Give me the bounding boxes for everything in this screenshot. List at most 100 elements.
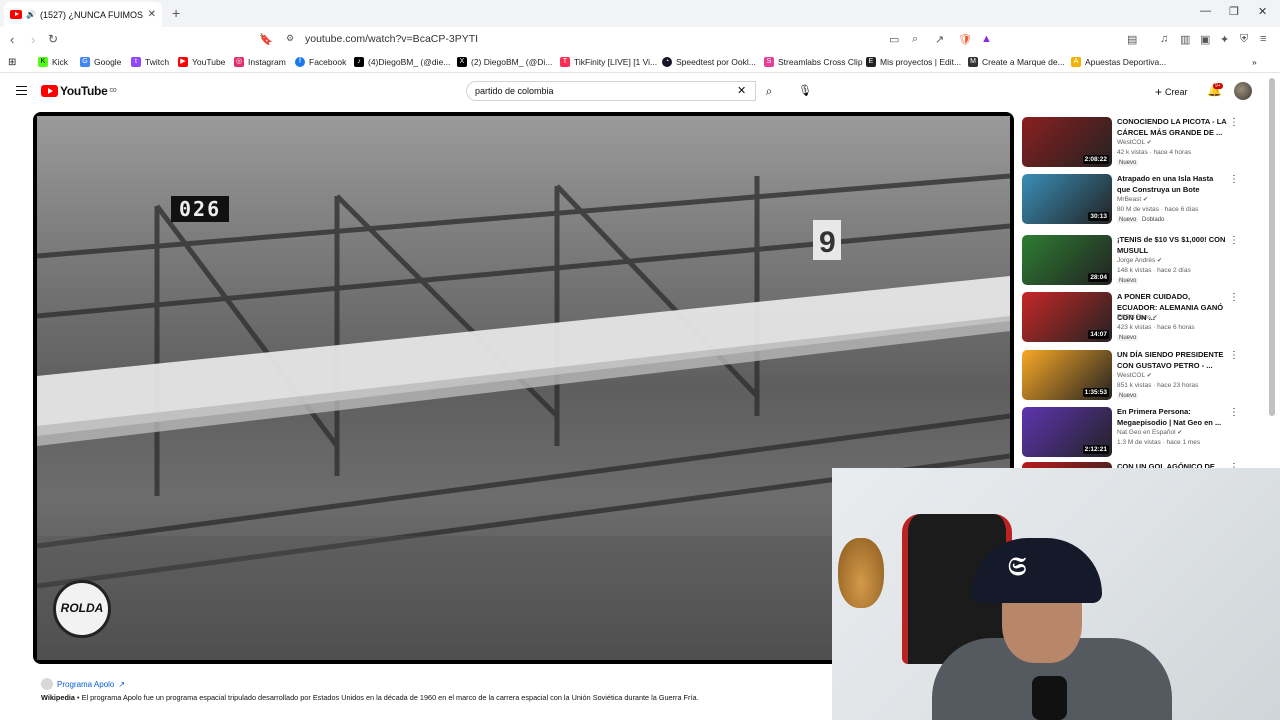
forward-button[interactable]: › — [31, 32, 35, 47]
video-title[interactable]: CONOCIENDO LA PICOTA - LA CÁRCEL MÁS GRA… — [1117, 117, 1227, 138]
minimize-button[interactable]: — — [1200, 5, 1211, 17]
more-options-icon[interactable]: ⋮ — [1229, 117, 1239, 128]
new-tab-button[interactable]: + — [172, 5, 180, 21]
close-window-button[interactable]: ✕ — [1258, 5, 1267, 18]
related-video-item[interactable]: 1:35:53 UN DÍA SIENDO PRESIDENTE CON GUST… — [1022, 350, 1262, 406]
channel-name[interactable]: MrBeast ✔ — [1117, 196, 1148, 203]
kick-icon: K — [38, 57, 48, 67]
channel-name[interactable]: Jorge Andrés ✔ — [1117, 257, 1162, 264]
speaker-icon[interactable]: 🔊 — [26, 10, 36, 19]
video-title[interactable]: Atrapado en una Isla Hasta que Construya… — [1117, 174, 1227, 195]
address-bar[interactable]: youtube.com/watch?v=BcaCP-3PYTI — [305, 33, 478, 45]
streamlabs-icon: S — [764, 57, 774, 67]
bookmark-tiktok[interactable]: ♪ (4)DiegoBM_ (@die... — [354, 57, 450, 67]
tiktok-icon: ♪ — [354, 57, 364, 67]
hamburger-menu-icon[interactable] — [16, 86, 27, 95]
youtube-play-icon — [41, 85, 58, 97]
channel-name[interactable]: WestCOL ✔ — [1117, 139, 1152, 146]
video-thumbnail[interactable]: 2:12:21 — [1022, 407, 1112, 457]
more-options-icon[interactable]: ⋮ — [1229, 174, 1239, 185]
maximize-button[interactable]: ❐ — [1229, 5, 1239, 18]
source-label[interactable]: Wikipedia — [41, 693, 75, 702]
microphone-icon[interactable]: 🎙 — [798, 84, 812, 97]
sidebar-toggle-icon[interactable]: ▤ — [1127, 33, 1137, 46]
related-video-item[interactable]: 2:12:21 En Primera Persona: Megaepisodio … — [1022, 407, 1262, 463]
video-thumbnail[interactable]: 28:04 — [1022, 235, 1112, 285]
zoom-icon[interactable]: ⌕ — [912, 33, 918, 46]
topic-link[interactable]: Programa Apolo ↗ — [41, 678, 125, 690]
more-options-icon[interactable]: ⋮ — [1229, 292, 1239, 303]
brave-shield-icon[interactable]: 🛡 — [958, 33, 972, 46]
video-thumbnail[interactable]: 1:35:53 — [1022, 350, 1112, 400]
bookmark-apuestas[interactable]: A Apuestas Deportiva... — [1071, 57, 1166, 67]
vpn-icon[interactable]: ⛨ — [1240, 33, 1248, 46]
search-input[interactable]: partido de colombia — [466, 81, 756, 101]
video-thumbnail[interactable]: 30:13 — [1022, 174, 1112, 224]
plus-icon: + — [1155, 85, 1163, 99]
wallet-icon[interactable]: ▣ — [1200, 33, 1210, 46]
channel-name[interactable]: WestCOL ✔ — [1117, 372, 1152, 379]
video-meta: 423 k vistas · hace 6 horas — [1117, 324, 1195, 331]
scrollbar[interactable] — [1269, 78, 1275, 416]
share-icon[interactable]: ↗ — [935, 33, 944, 46]
video-title[interactable]: En Primera Persona: Megaepisodio | Nat G… — [1117, 407, 1227, 428]
reload-button[interactable]: ↻ — [48, 32, 58, 46]
bookmark-mis-proyectos[interactable]: E Mis proyectos | Edit... — [866, 57, 961, 67]
related-video-item[interactable]: 30:13 Atrapado en una Isla Hasta que Cons… — [1022, 174, 1262, 230]
create-button[interactable]: + Crear — [1155, 85, 1188, 99]
bookmark-speedtest[interactable]: ◔ Speedtest por Ookl... — [662, 57, 756, 67]
bookmark-google[interactable]: G Google — [80, 57, 121, 67]
channel-name[interactable]: ESPN Fans ✔ — [1117, 314, 1158, 321]
cast-icon[interactable]: ▭ — [889, 33, 899, 46]
site-settings-icon[interactable]: ⚙ — [286, 33, 294, 44]
bookmark-streamlabs[interactable]: S Streamlabs Cross Clip — [764, 57, 863, 67]
bookmark-tikfinity[interactable]: T TikFinity [LIVE] [1 Vi... — [560, 57, 657, 67]
more-options-icon[interactable]: ⋮ — [1229, 350, 1239, 361]
video-title[interactable]: UN DÍA SIENDO PRESIDENTE CON GUSTAVO PET… — [1117, 350, 1227, 371]
bookmark-x[interactable]: X (2) DiegoBM_ (@Di... — [457, 57, 552, 67]
bookmark-instagram[interactable]: ◎ Instagram — [234, 57, 286, 67]
ai-icon[interactable]: ✦ — [1220, 33, 1229, 46]
browser-tab[interactable]: 🔊 (1527) ¿NUNCA FUIMOS A LA ✕ — [4, 2, 162, 27]
video-title[interactable]: ¡TENIS de $10 VS $1,000! CON MUSULL — [1117, 235, 1227, 256]
video-meta: 1.3 M de vistas · hace 1 mes — [1117, 439, 1201, 446]
browser-toolbar: ‹ › ↻ 🔖 ⚙ youtube.com/watch?v=BcaCP-3PYT… — [0, 27, 1280, 53]
menu-icon[interactable]: ≡ — [1260, 33, 1266, 45]
search-button[interactable]: ⌕ — [756, 81, 782, 101]
apps-icon[interactable]: ⊞ — [8, 57, 16, 68]
youtube-logo[interactable]: YouTube CO — [41, 84, 117, 98]
video-meta: 851 k vistas · hace 23 horas — [1117, 382, 1199, 389]
bookmark-label: TikFinity [LIVE] [1 Vi... — [574, 57, 658, 67]
avatar[interactable] — [1234, 82, 1252, 100]
bookmark-twitch[interactable]: t Twitch — [131, 57, 169, 67]
bookmark-youtube[interactable]: ▶ YouTube — [178, 57, 225, 67]
media-icon[interactable]: ♫ — [1160, 33, 1168, 45]
bookmark-icon[interactable]: 🔖 — [259, 33, 273, 46]
related-video-item[interactable]: 2:08:22 CONOCIENDO LA PICOTA - LA CÁRCEL … — [1022, 117, 1262, 173]
clear-search-icon[interactable]: ✕ — [737, 84, 746, 97]
video-thumbnail[interactable]: 14:07 — [1022, 292, 1112, 342]
more-options-icon[interactable]: ⋮ — [1229, 407, 1239, 418]
bookmark-label: Mis proyectos | Edit... — [880, 57, 962, 67]
bookmark-label: Facebook — [309, 57, 347, 67]
video-thumbnail[interactable]: 2:08:22 — [1022, 117, 1112, 167]
duration-badge: 1:35:53 — [1082, 388, 1109, 397]
channel-label: Jorge Andrés — [1117, 257, 1156, 264]
back-button[interactable]: ‹ — [10, 32, 14, 47]
youtube-header: YouTube CO partido de colombia ✕ ⌕ 🎙 + Cr… — [0, 73, 1280, 109]
more-options-icon[interactable]: ⋮ — [1229, 235, 1239, 246]
related-video-item[interactable]: 28:04 ¡TENIS de $10 VS $1,000! CON MUSULL… — [1022, 235, 1262, 291]
channel-name[interactable]: Nat Geo en Español ✔ — [1117, 429, 1182, 436]
more-bookmarks-icon[interactable]: » — [1252, 57, 1257, 67]
reader-icon[interactable]: ▥ — [1180, 33, 1190, 46]
close-tab-icon[interactable]: ✕ — [148, 9, 156, 20]
tab-title: (1527) ¿NUNCA FUIMOS A LA — [39, 9, 144, 20]
bookmark-label: Apuestas Deportiva... — [1085, 57, 1167, 67]
bookmark-kick[interactable]: K Kick — [38, 57, 68, 67]
bookmark-marquee[interactable]: M Create a Marque de... — [968, 57, 1065, 67]
bookmark-facebook[interactable]: f Facebook — [295, 57, 346, 67]
topic-link-label: Programa Apolo — [57, 679, 115, 689]
brave-rewards-icon[interactable]: ▲ — [981, 33, 992, 45]
instagram-icon: ◎ — [234, 57, 244, 67]
related-video-item[interactable]: 14:07 A PONER CUIDADO, ECUADOR: ALEMANIA … — [1022, 292, 1262, 348]
